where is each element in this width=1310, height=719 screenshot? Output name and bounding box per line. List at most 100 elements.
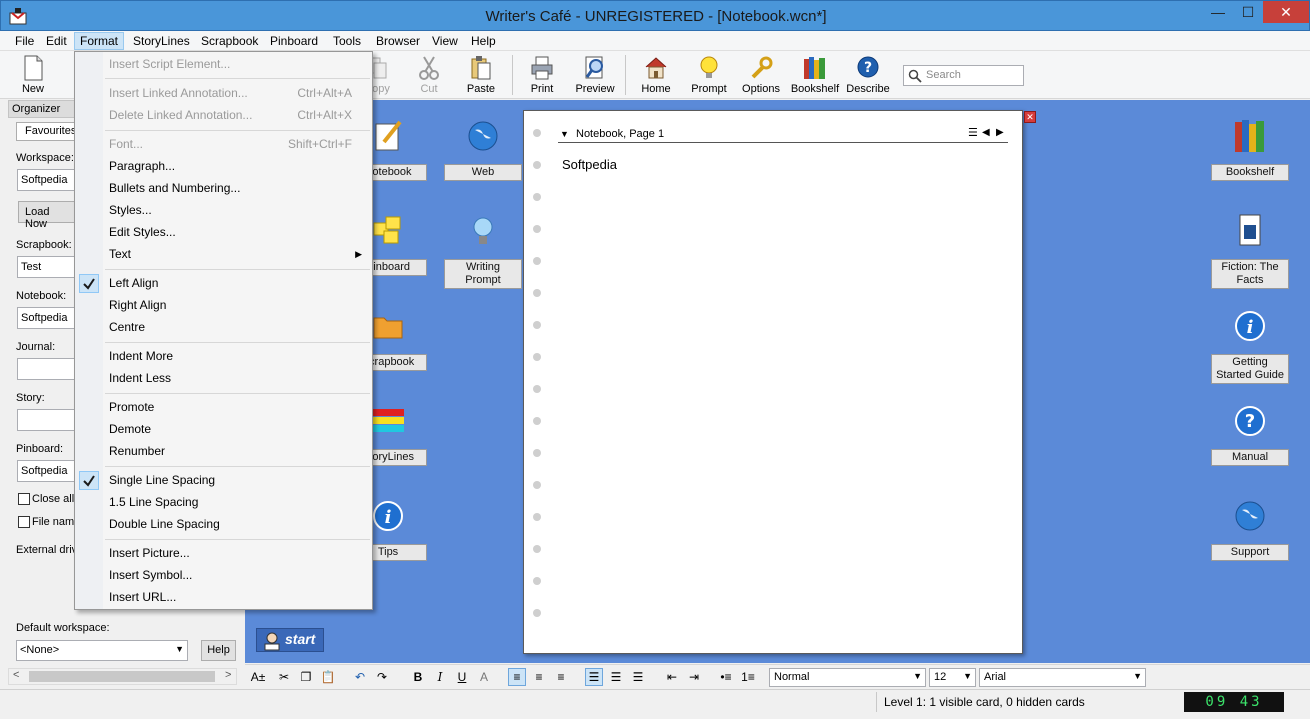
horizontal-scrollbar[interactable]: < > [8, 668, 237, 685]
align-center-icon[interactable]: ≡ [530, 668, 548, 686]
paste-button[interactable]: Paste [456, 53, 506, 97]
search-icon [908, 69, 922, 83]
menu-item-indent-less[interactable]: Indent Less [75, 368, 372, 389]
menu-format[interactable]: Format [74, 32, 125, 50]
notebook-field[interactable]: Softpedia [17, 307, 77, 329]
menu-pinboard[interactable]: Pinboard [265, 32, 323, 50]
file-name-checkbox[interactable] [18, 516, 30, 528]
menu-item-font[interactable]: Font... Shift+Ctrl+F [75, 134, 372, 155]
search-field[interactable]: Search [903, 65, 1024, 86]
workspace-field[interactable]: Softpedia [17, 169, 77, 191]
menu-item-right-align[interactable]: Right Align [75, 295, 372, 316]
font-select[interactable]: Arial ▼ [979, 668, 1146, 687]
menu-item-renumber[interactable]: Renumber [75, 441, 372, 462]
menu-separator [105, 342, 370, 343]
scroll-right-icon[interactable]: > [225, 669, 231, 681]
cut-icon[interactable]: ✂ [275, 668, 293, 686]
close-all-checkbox[interactable] [18, 493, 30, 505]
menu-item-single-line-spacing[interactable]: Single Line Spacing [75, 470, 372, 491]
describe-button[interactable]: ? Describe [843, 53, 893, 97]
align-left-icon[interactable]: ≡ [508, 668, 526, 686]
menu-item-insert-linked-annotation[interactable]: Insert Linked Annotation... Ctrl+Alt+A [75, 83, 372, 104]
menu-view[interactable]: View [427, 32, 463, 50]
menu-item-styles[interactable]: Styles... [75, 200, 372, 221]
double-spacing-icon[interactable]: ☰ [629, 668, 647, 686]
menu-item-text[interactable]: Text ▶ [75, 244, 372, 265]
bullets-icon[interactable]: •≡ [717, 668, 735, 686]
paste-icon[interactable]: 📋 [319, 668, 337, 686]
notebook-close-icon[interactable]: ✕ [1024, 111, 1036, 123]
menu-item-bullets-numbering[interactable]: Bullets and Numbering... [75, 178, 372, 199]
menu-scrapbook[interactable]: Scrapbook [196, 32, 263, 50]
menu-tools[interactable]: Tools [328, 32, 366, 50]
home-button[interactable]: Home [631, 53, 681, 97]
load-now-button[interactable]: Load Now [18, 201, 80, 230]
menu-item-indent-more[interactable]: Indent More [75, 346, 372, 367]
help-button[interactable]: Help [201, 640, 236, 661]
scrapbook-label: Scrapbook: [16, 239, 72, 251]
preview-button[interactable]: Preview [570, 53, 620, 97]
copy-icon[interactable]: ❐ [297, 668, 315, 686]
menu-browser[interactable]: Browser [371, 32, 425, 50]
indent-less-icon[interactable]: ⇤ [663, 668, 681, 686]
cut-button[interactable]: Cut [404, 53, 454, 97]
next-page-icon[interactable]: ▶ [996, 127, 1004, 138]
menu-item-demote[interactable]: Demote [75, 419, 372, 440]
indent-more-icon[interactable]: ⇥ [685, 668, 703, 686]
close-button[interactable]: ✕ [1263, 1, 1309, 23]
undo-icon[interactable]: ↶ [351, 668, 369, 686]
new-button[interactable]: New [8, 53, 58, 97]
options-button[interactable]: Options [736, 53, 786, 97]
prev-page-icon[interactable]: ◀ [982, 127, 990, 138]
menu-item-edit-styles[interactable]: Edit Styles... [75, 222, 372, 243]
menu-edit[interactable]: Edit [41, 32, 72, 50]
start-button[interactable]: start [256, 628, 324, 652]
chevron-down-icon: ▼ [913, 671, 922, 681]
pinboard-icon [373, 216, 401, 244]
menu-item-insert-url[interactable]: Insert URL... [75, 587, 372, 608]
style-select[interactable]: Normal ▼ [769, 668, 926, 687]
single-spacing-icon[interactable]: ☰ [585, 668, 603, 686]
menu-item-left-align[interactable]: Left Align [75, 273, 372, 294]
story-field[interactable] [17, 409, 77, 431]
menu-file[interactable]: File [10, 32, 39, 50]
bookshelf-button[interactable]: Bookshelf [790, 53, 840, 97]
pinboard-field[interactable]: Softpedia [17, 460, 77, 482]
menu-item-delete-linked-annotation[interactable]: Delete Linked Annotation... Ctrl+Alt+X [75, 105, 372, 126]
bold-icon[interactable]: B [409, 668, 427, 686]
menu-storylines[interactable]: StoryLines [128, 32, 195, 50]
italic-icon[interactable]: I [431, 668, 449, 686]
binder-hole [533, 161, 541, 169]
menu-item-insert-symbol[interactable]: Insert Symbol... [75, 565, 372, 586]
notebook-page[interactable]: ▼ Notebook, Page 1 ☰ ◀ ▶ Softpedia [523, 110, 1023, 654]
menu-item-promote[interactable]: Promote [75, 397, 372, 418]
notebook-text[interactable]: Softpedia [562, 157, 617, 172]
numbering-icon[interactable]: 1≡ [739, 668, 757, 686]
prompt-button[interactable]: Prompt [684, 53, 734, 97]
journal-field[interactable] [17, 358, 77, 380]
align-right-icon[interactable]: ≡ [552, 668, 570, 686]
default-workspace-select[interactable]: <None> ▼ [16, 640, 188, 661]
scroll-left-icon[interactable]: < [13, 669, 19, 681]
underline-icon[interactable]: U [453, 668, 471, 686]
menu-item-centre[interactable]: Centre [75, 317, 372, 338]
scrollbar-thumb[interactable] [29, 671, 215, 682]
lightbulb-icon [700, 56, 718, 78]
collapse-icon[interactable]: ▼ [560, 129, 569, 139]
menu-item-insert-picture[interactable]: Insert Picture... [75, 543, 372, 564]
one-half-spacing-icon[interactable]: ☰ [607, 668, 625, 686]
minimize-button[interactable]: — [1203, 1, 1233, 23]
font-size-icon[interactable]: A± [249, 668, 267, 686]
print-button[interactable]: Print [517, 53, 567, 97]
maximize-button[interactable]: ☐ [1233, 1, 1263, 23]
font-color-icon[interactable]: A [475, 668, 493, 686]
menu-item-double-line-spacing[interactable]: Double Line Spacing [75, 514, 372, 535]
menu-item-insert-script-element[interactable]: Insert Script Element... [75, 54, 372, 75]
menu-help[interactable]: Help [466, 32, 501, 50]
list-icon[interactable]: ☰ [968, 126, 978, 139]
scrapbook-field[interactable]: Test [17, 256, 77, 278]
menu-item-one-half-line-spacing[interactable]: 1.5 Line Spacing [75, 492, 372, 513]
redo-icon[interactable]: ↷ [373, 668, 391, 686]
menu-item-paragraph[interactable]: Paragraph... [75, 156, 372, 177]
font-size-select[interactable]: 12 ▼ [929, 668, 976, 687]
